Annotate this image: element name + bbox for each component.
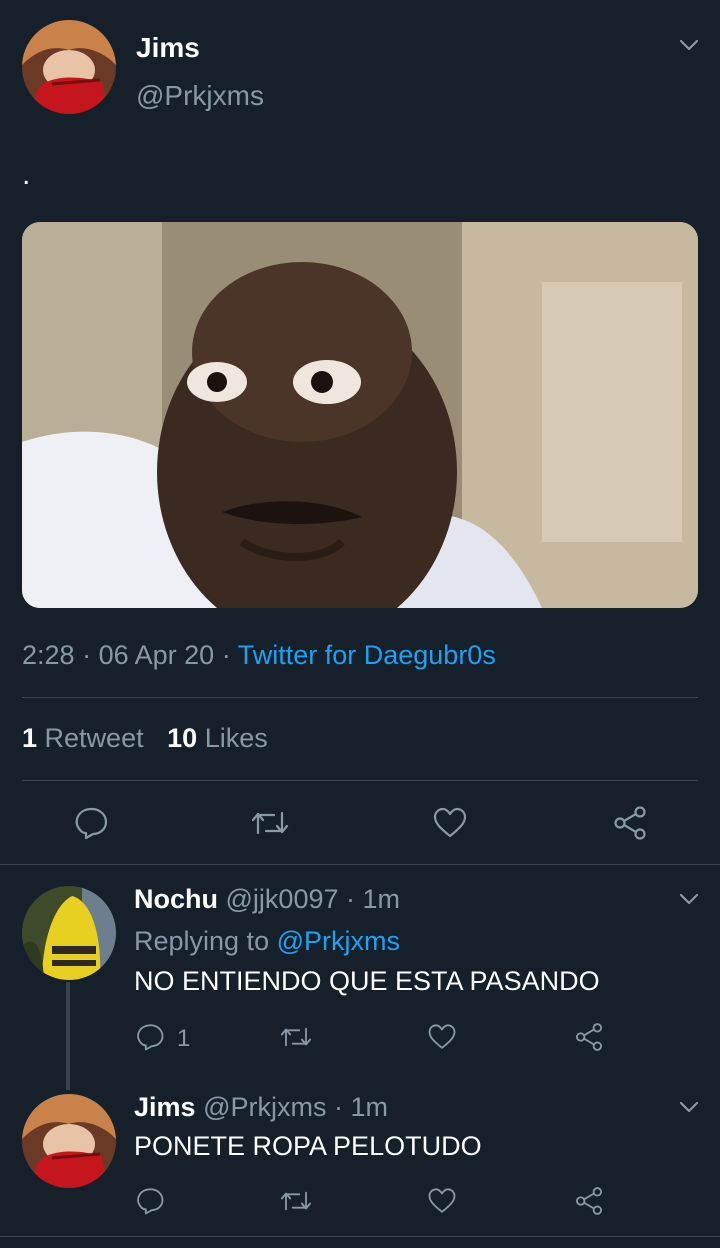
reply-icon[interactable] <box>135 1186 165 1216</box>
retweet-count: 1 <box>22 723 38 753</box>
reply-text: PONETE ROPA PELOTUDO <box>134 1131 482 1161</box>
chevron-down-icon[interactable] <box>678 892 700 906</box>
reply-icon[interactable] <box>73 805 109 841</box>
like-count: 10 <box>167 723 198 753</box>
retweet-stat[interactable]: 1 Retweet <box>22 723 151 753</box>
reply-author-handle[interactable]: @jjk0097 <box>226 884 339 914</box>
reply-count: 1 <box>177 1025 191 1052</box>
like-icon[interactable] <box>432 805 468 841</box>
separator: · <box>333 1092 343 1122</box>
reply-avatar[interactable] <box>22 886 116 980</box>
like-stat[interactable]: 10 Likes <box>167 723 268 753</box>
reply-text: NO ENTIENDO QUE ESTA PASANDO <box>134 966 600 996</box>
share-icon[interactable] <box>612 805 648 841</box>
reply-time[interactable]: 1m <box>351 1092 389 1122</box>
retweet-label: Retweet <box>44 723 144 753</box>
separator: · <box>82 640 92 670</box>
replying-to-line: Replying to @Prkjxms <box>134 926 400 957</box>
share-icon[interactable] <box>574 1022 604 1052</box>
author-handle[interactable]: @Prkjxms <box>136 80 264 112</box>
retweet-icon[interactable] <box>279 1186 313 1216</box>
chevron-down-icon[interactable] <box>678 38 700 52</box>
reply-author-name[interactable]: Nochu <box>134 884 218 914</box>
divider <box>0 864 720 865</box>
like-icon[interactable] <box>427 1022 457 1052</box>
tweet-time: 2:28 <box>22 640 75 670</box>
tweet-date: 06 Apr 20 <box>98 640 215 670</box>
divider <box>22 780 698 781</box>
chevron-down-icon[interactable] <box>678 1100 700 1114</box>
tweet-source-link[interactable]: Twitter for Daegubr0s <box>238 640 496 670</box>
reply-author-handle[interactable]: @Prkjxms <box>203 1092 326 1122</box>
like-icon[interactable] <box>427 1186 457 1216</box>
divider <box>0 1236 720 1237</box>
replying-to-label: Replying to <box>134 926 270 956</box>
like-label: Likes <box>204 723 268 753</box>
divider <box>22 697 698 698</box>
tweet-text: . <box>22 158 31 191</box>
thread-line <box>66 982 70 1090</box>
reply-icon[interactable] <box>135 1022 165 1052</box>
tweet-stats: 1 Retweet 10 Likes <box>22 723 268 754</box>
reply-header: Jims @Prkjxms · 1m <box>134 1092 388 1123</box>
tweet-media-image[interactable] <box>22 222 698 608</box>
reply-time[interactable]: 1m <box>363 884 401 914</box>
author-avatar[interactable] <box>22 20 116 114</box>
retweet-icon[interactable] <box>279 1022 313 1052</box>
tweet-timestamp-line: 2:28 · 06 Apr 20 · Twitter for Daegubr0s <box>22 640 496 671</box>
reply-header: Nochu @jjk0097 · 1m <box>134 884 400 915</box>
separator: · <box>346 884 356 914</box>
replying-to-handle[interactable]: @Prkjxms <box>277 926 400 956</box>
retweet-icon[interactable] <box>250 805 290 841</box>
share-icon[interactable] <box>574 1186 604 1216</box>
reply-avatar[interactable] <box>22 1094 116 1188</box>
reply-author-name[interactable]: Jims <box>134 1092 196 1122</box>
author-name[interactable]: Jims <box>136 32 200 64</box>
separator: · <box>221 640 231 670</box>
